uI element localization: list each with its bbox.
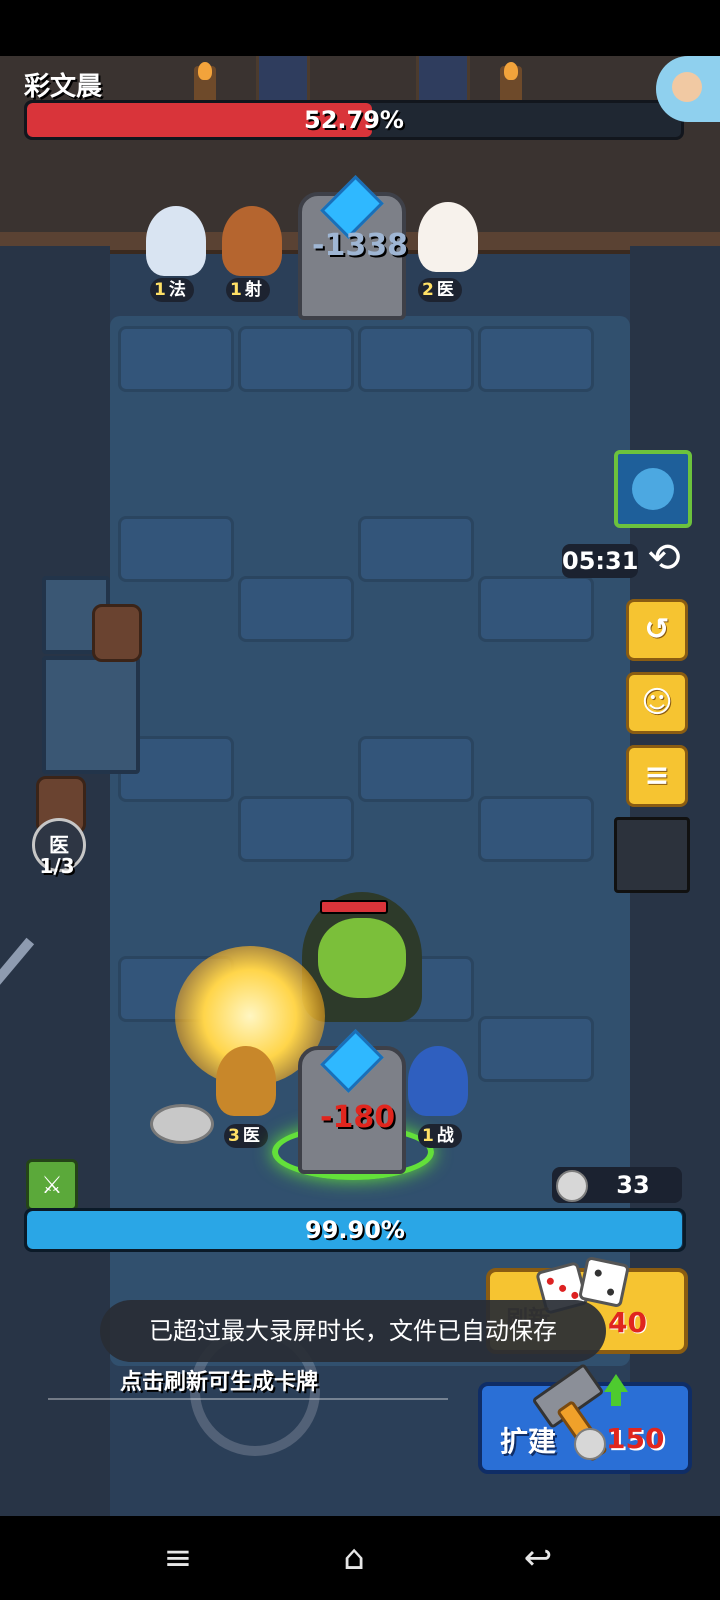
avatar-face — [672, 72, 702, 102]
barrel-decoration — [92, 604, 142, 662]
empty-slot[interactable] — [614, 817, 690, 893]
warrior-hero[interactable] — [408, 1046, 468, 1116]
left-wall — [0, 246, 110, 1516]
medic-count: 1/3 — [39, 854, 75, 878]
divider — [48, 1398, 448, 1400]
hero-tag: 1法 — [150, 278, 194, 302]
hero-level: 3 — [228, 1126, 240, 1146]
hero-level: 2 — [422, 280, 434, 300]
navigation-bar: ≡ ⌂ ↩ — [0, 1516, 720, 1600]
skill-card-slot[interactable] — [614, 450, 692, 528]
hero-tag: 3医 — [224, 1124, 268, 1148]
hero-class: 战 — [436, 1126, 454, 1146]
dice-dot — [594, 1268, 603, 1278]
hero-level: 1 — [154, 280, 166, 300]
floor-tile — [358, 736, 474, 802]
flame-decoration — [504, 62, 518, 80]
hero-class: 法 — [168, 280, 186, 300]
screen-record-toast: 已超过最大录屏时长，文件已自动保存 — [100, 1300, 606, 1362]
robot-healer-hero[interactable] — [216, 1046, 276, 1116]
chat-button[interactable]: ≡ — [626, 745, 688, 807]
orc-face — [318, 918, 406, 998]
ghost-skill-icon — [632, 468, 674, 510]
expand-label: 扩建 — [500, 1425, 557, 1458]
floor-tile — [118, 516, 234, 582]
undo-icon: ↺ — [644, 612, 670, 647]
game-scene[interactable]: 彩文晨 52.79% 1法 1射 -1338 2医 05:31 ⟲ ↺ ☺ ≡ … — [0, 56, 720, 1516]
floor-tile — [238, 796, 354, 862]
dice-dot — [558, 1284, 567, 1293]
menu-icon[interactable]: ≡ — [148, 1538, 208, 1578]
enemy-damage-number: -1338 — [312, 228, 408, 263]
emoji-button[interactable]: ☺ — [626, 672, 688, 734]
floor-tile — [358, 326, 474, 392]
coin-icon — [574, 1428, 606, 1460]
floor-tile — [238, 576, 354, 642]
refresh-cost: 40 — [608, 1306, 647, 1339]
floor-tile — [478, 326, 594, 392]
hero-class: 医 — [436, 280, 454, 300]
floor-tile — [118, 326, 234, 392]
undo-button[interactable]: ↺ — [626, 599, 688, 661]
dice-dot — [546, 1276, 555, 1286]
coin-plate — [150, 1104, 214, 1144]
hero-level: 1 — [230, 280, 242, 300]
floor-tile — [478, 576, 594, 642]
coin-value: 33 — [616, 1171, 650, 1199]
floor-tile — [238, 326, 354, 392]
floor-tile — [358, 516, 474, 582]
player-damage-number: -180 — [320, 1100, 396, 1135]
history-icon[interactable]: ⟲ — [640, 534, 688, 582]
hero-class: 射 — [244, 280, 262, 300]
boss-hp-text: 52.79% — [304, 106, 404, 134]
expand-cost: 150 — [606, 1422, 665, 1455]
hero-class: 医 — [242, 1126, 260, 1146]
boss-name: 彩文晨 — [24, 72, 103, 102]
smile-icon: ☺ — [641, 685, 673, 720]
back-icon[interactable]: ↩ — [508, 1538, 568, 1578]
boss-hp-bar: 52.79% — [24, 100, 684, 140]
arrow-up-icon — [604, 1374, 628, 1392]
hero-level: 1 — [422, 1126, 434, 1146]
home-icon[interactable]: ⌂ — [324, 1538, 384, 1578]
hero-tag: 1战 — [418, 1124, 462, 1148]
mage-hero[interactable] — [146, 206, 206, 276]
sword-upgrade-icon: ⚔ — [41, 1171, 63, 1199]
floor-tile — [478, 1016, 594, 1082]
player-avatar[interactable] — [656, 56, 720, 122]
match-timer: 05:31 — [562, 544, 638, 578]
archer-hero[interactable] — [222, 206, 282, 276]
status-bar — [0, 0, 720, 56]
mana-bar: 99.90% — [24, 1208, 686, 1252]
hero-tag: 1射 — [226, 278, 270, 302]
cat-healer-hero[interactable] — [418, 202, 478, 272]
coin-icon — [556, 1170, 588, 1202]
refresh-hint: 点击刷新可生成卡牌 — [120, 1370, 319, 1395]
shelf-decoration — [42, 656, 140, 774]
dice-dot — [570, 1291, 580, 1300]
floor-tile — [478, 796, 594, 862]
hero-tag: 2医 — [418, 278, 462, 302]
enemy-hp-bar — [320, 900, 388, 914]
dice-dot — [606, 1287, 615, 1297]
arrow-up-stem — [611, 1392, 621, 1406]
flame-decoration — [198, 62, 212, 80]
chat-icon: ≡ — [644, 758, 670, 793]
upgrade-button[interactable]: ⚔ — [26, 1159, 78, 1211]
mana-text: 99.90% — [305, 1216, 405, 1244]
